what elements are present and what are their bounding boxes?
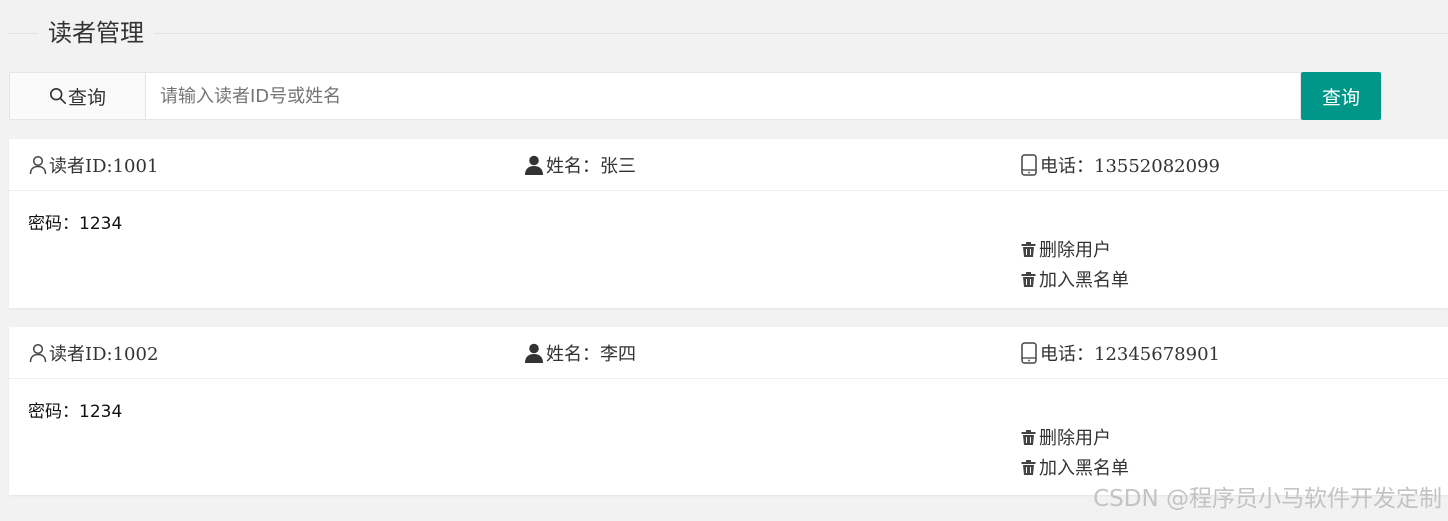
- reader-phone-text: 电话：13552082099: [1040, 156, 1220, 177]
- search-icon: [49, 87, 66, 105]
- add-to-blacklist-label: 加入黑名单: [1039, 458, 1129, 479]
- watermark: CSDN @程序员小马软件开发定制: [1093, 486, 1442, 512]
- section-title-bar: 读者管理: [9, 0, 1448, 64]
- search-input[interactable]: [146, 72, 1301, 120]
- reader-card-body: 密码：1234 删除用户 加入黑名单: [9, 379, 1448, 495]
- reader-name-text: 姓名：张三: [546, 156, 636, 177]
- user-outline-icon: [29, 155, 47, 175]
- reader-actions: 删除用户 加入黑名单: [1020, 234, 1129, 294]
- reader-password: 密码：1234: [28, 214, 123, 234]
- reader-id-text: 读者ID:1001: [49, 156, 159, 177]
- search-addon-label: 查询: [67, 86, 106, 109]
- add-to-blacklist-button[interactable]: 加入黑名单: [1020, 264, 1129, 294]
- title-divider: [9, 33, 1448, 34]
- delete-user-button[interactable]: 删除用户: [1020, 422, 1129, 452]
- reader-phone: 电话：12345678901: [1020, 327, 1220, 379]
- user-solid-icon: [525, 343, 543, 363]
- reader-id: 读者ID:1002: [29, 327, 158, 379]
- user-solid-icon: [525, 155, 543, 175]
- reader-card-body: 密码：1234 删除用户 加入黑名单: [9, 191, 1448, 307]
- trash-icon: [1021, 429, 1036, 445]
- trash-icon: [1021, 271, 1036, 287]
- page-title: 读者管理: [38, 16, 154, 50]
- reader-password: 密码：1234: [28, 402, 123, 422]
- user-outline-icon: [29, 343, 47, 363]
- trash-icon: [1021, 459, 1036, 475]
- mobile-phone-icon: [1021, 342, 1037, 364]
- search-button[interactable]: 查询: [1301, 72, 1381, 120]
- add-to-blacklist-button[interactable]: 加入黑名单: [1020, 452, 1129, 482]
- reader-name: 姓名：李四: [524, 327, 636, 379]
- reader-card: 读者ID:1001 姓名：张三 电话：13552082099 密码：1234 删…: [9, 139, 1448, 308]
- reader-card-header: 读者ID:1001 姓名：张三 电话：13552082099: [9, 139, 1448, 191]
- reader-card: 读者ID:1002 姓名：李四 电话：12345678901 密码：1234 删…: [9, 327, 1448, 495]
- delete-user-button[interactable]: 删除用户: [1020, 234, 1129, 264]
- mobile-phone-icon: [1021, 154, 1037, 176]
- reader-phone-text: 电话：12345678901: [1040, 344, 1220, 365]
- reader-id-text: 读者ID:1002: [49, 344, 159, 365]
- add-to-blacklist-label: 加入黑名单: [1039, 270, 1129, 291]
- delete-user-label: 删除用户: [1039, 428, 1111, 449]
- reader-name-text: 姓名：李四: [546, 344, 636, 365]
- reader-name: 姓名：张三: [524, 139, 636, 191]
- reader-actions: 删除用户 加入黑名单: [1020, 422, 1129, 482]
- reader-card-header: 读者ID:1002 姓名：李四 电话：12345678901: [9, 327, 1448, 379]
- search-bar: 查询 查询: [9, 72, 1381, 120]
- reader-id: 读者ID:1001: [29, 139, 158, 191]
- search-addon: 查询: [9, 72, 146, 120]
- delete-user-label: 删除用户: [1039, 240, 1111, 261]
- trash-icon: [1021, 241, 1036, 257]
- reader-phone: 电话：13552082099: [1020, 139, 1220, 191]
